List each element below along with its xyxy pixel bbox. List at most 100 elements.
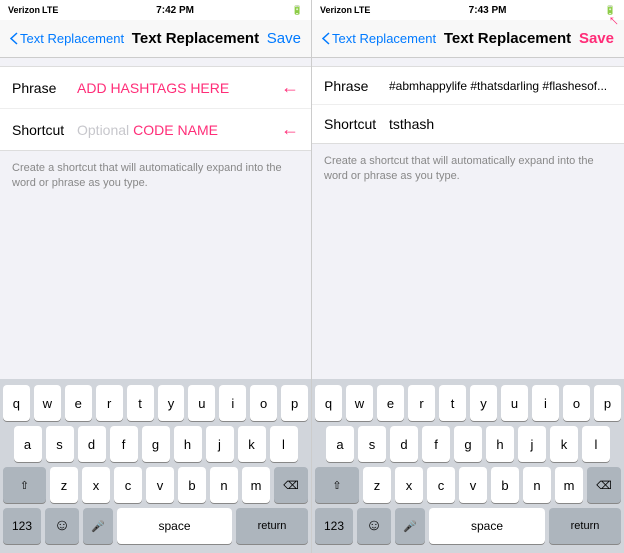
key-n-right[interactable]: n	[523, 467, 551, 503]
kb-row2-right: a s d f g h j k l	[315, 426, 621, 462]
arrow-shortcut-left: ←	[281, 119, 299, 140]
carrier-left: Verizon	[8, 5, 40, 15]
key-l-right[interactable]: l	[582, 426, 610, 462]
shift-key-left[interactable]: ⇧	[3, 467, 46, 503]
key-n-left[interactable]: n	[210, 467, 238, 503]
key-z-right[interactable]: z	[363, 467, 391, 503]
key-k-right[interactable]: k	[550, 426, 578, 462]
phrase-label-right: Phrase	[324, 78, 389, 94]
chevron-left-icon-right	[322, 32, 330, 45]
key-i-right[interactable]: i	[532, 385, 559, 421]
key-m-right[interactable]: m	[555, 467, 583, 503]
key-p-left[interactable]: p	[281, 385, 308, 421]
key-m-left[interactable]: m	[242, 467, 270, 503]
key-b-left[interactable]: b	[178, 467, 206, 503]
back-label-left: Text Replacement	[20, 31, 124, 46]
key-u-right[interactable]: u	[501, 385, 528, 421]
status-bar-left: Verizon LTE 7:42 PM 🔋	[0, 0, 311, 20]
key-s-right[interactable]: s	[358, 426, 386, 462]
key-g-right[interactable]: g	[454, 426, 482, 462]
key-k-left[interactable]: k	[238, 426, 266, 462]
arrow-phrase-left: ←	[281, 77, 299, 98]
space-key-right[interactable]: space	[429, 508, 545, 544]
key-s-left[interactable]: s	[46, 426, 74, 462]
key-h-right[interactable]: h	[486, 426, 514, 462]
form-left: Phrase ADD HASHTAGS HERE ← Shortcut Opti…	[0, 66, 311, 151]
shortcut-value-right[interactable]: tsthash	[389, 116, 612, 132]
key-c-left[interactable]: c	[114, 467, 142, 503]
key-l-left[interactable]: l	[270, 426, 298, 462]
key-j-right[interactable]: j	[518, 426, 546, 462]
key-d-left[interactable]: d	[78, 426, 106, 462]
status-bar-right: Verizon LTE 7:43 PM 🔋	[312, 0, 624, 20]
keyboard-right: q w e r t y u i o p a s d f g h j k l ⇧ …	[312, 379, 624, 553]
key-w-left[interactable]: w	[34, 385, 61, 421]
key-z-left[interactable]: z	[50, 467, 78, 503]
back-button-left[interactable]: Text Replacement	[10, 31, 124, 46]
key-q-left[interactable]: q	[3, 385, 30, 421]
key-j-left[interactable]: j	[206, 426, 234, 462]
key-t-left[interactable]: t	[127, 385, 154, 421]
key-q-right[interactable]: q	[315, 385, 342, 421]
key-f-right[interactable]: f	[422, 426, 450, 462]
key-a-left[interactable]: a	[14, 426, 42, 462]
kb-row4-left: 123 ☺ 🎤 space return	[3, 508, 308, 544]
save-button-right[interactable]: Save	[579, 30, 614, 47]
key-e-right[interactable]: e	[377, 385, 404, 421]
key-x-left[interactable]: x	[82, 467, 110, 503]
phrase-value-right[interactable]: #abmhappylife #thatsdarling #flashesof..…	[389, 79, 612, 93]
time-left: 7:42 PM	[58, 5, 291, 16]
chevron-left-icon	[10, 32, 18, 45]
delete-key-left[interactable]: ⌫	[274, 467, 308, 503]
phrase-row-left: Phrase ADD HASHTAGS HERE ←	[0, 67, 311, 109]
key-b-right[interactable]: b	[491, 467, 519, 503]
key-r-right[interactable]: r	[408, 385, 435, 421]
key-d-right[interactable]: d	[390, 426, 418, 462]
description-right: Create a shortcut that will automaticall…	[312, 144, 624, 195]
save-button-left[interactable]: Save	[267, 30, 301, 47]
time-right: 7:43 PM	[370, 5, 604, 16]
key-v-left[interactable]: v	[146, 467, 174, 503]
shift-key-right[interactable]: ⇧	[315, 467, 359, 503]
mic-key-left[interactable]: 🎤	[83, 508, 113, 544]
key-i-left[interactable]: i	[219, 385, 246, 421]
key-v-right[interactable]: v	[459, 467, 487, 503]
network-right: LTE	[354, 5, 370, 15]
key-x-right[interactable]: x	[395, 467, 423, 503]
key-g-left[interactable]: g	[142, 426, 170, 462]
key-o-left[interactable]: o	[250, 385, 277, 421]
key-f-left[interactable]: f	[110, 426, 138, 462]
back-button-right[interactable]: Text Replacement	[322, 31, 436, 46]
key-y-right[interactable]: y	[470, 385, 497, 421]
form-right: Phrase #abmhappylife #thatsdarling #flas…	[312, 66, 624, 144]
key-y-left[interactable]: y	[158, 385, 185, 421]
phrase-value-left[interactable]: ADD HASHTAGS HERE	[77, 80, 275, 96]
key-w-right[interactable]: w	[346, 385, 373, 421]
nav-title-right: Text Replacement	[444, 30, 571, 47]
delete-key-right[interactable]: ⌫	[587, 467, 621, 503]
key-t-right[interactable]: t	[439, 385, 466, 421]
kb-row3-right: ⇧ z x c v b n m ⌫	[315, 467, 621, 503]
key-a-right[interactable]: a	[326, 426, 354, 462]
key-o-right[interactable]: o	[563, 385, 590, 421]
carrier-right: Verizon	[320, 5, 352, 15]
space-key-left[interactable]: space	[117, 508, 232, 544]
back-label-right: Text Replacement	[332, 31, 436, 46]
key-u-left[interactable]: u	[188, 385, 215, 421]
key-p-right[interactable]: p	[594, 385, 621, 421]
key-h-left[interactable]: h	[174, 426, 202, 462]
return-key-left[interactable]: return	[236, 508, 308, 544]
shortcut-label-right: Shortcut	[324, 116, 389, 132]
optional-label-left: Optional	[77, 122, 129, 138]
mic-key-right[interactable]: 🎤	[395, 508, 425, 544]
key-c-right[interactable]: c	[427, 467, 455, 503]
emoji-key-left[interactable]: ☺	[45, 508, 79, 544]
num-key-left[interactable]: 123	[3, 508, 41, 544]
emoji-key-right[interactable]: ☺	[357, 508, 391, 544]
return-key-right[interactable]: return	[549, 508, 621, 544]
num-key-right[interactable]: 123	[315, 508, 353, 544]
shortcut-value-left[interactable]: CODE NAME	[133, 122, 275, 138]
key-r-left[interactable]: r	[96, 385, 123, 421]
key-e-left[interactable]: e	[65, 385, 92, 421]
kb-row2-left: a s d f g h j k l	[3, 426, 308, 462]
